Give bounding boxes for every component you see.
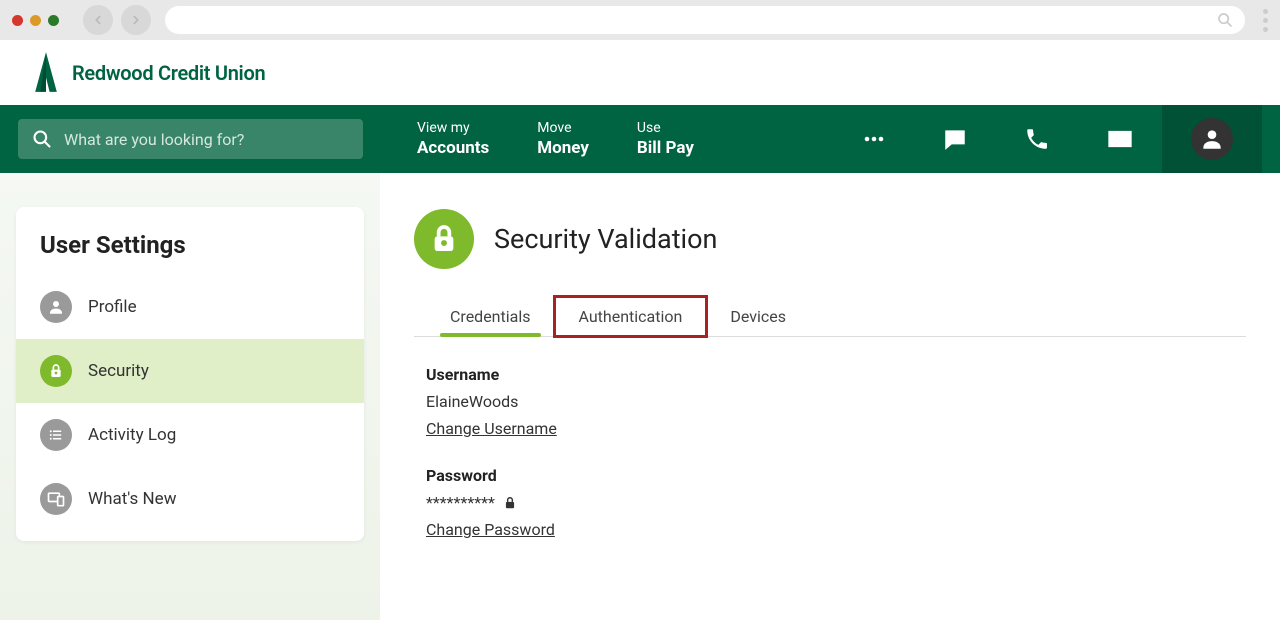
search-input[interactable] (64, 130, 349, 149)
nav-label-big: Bill Pay (637, 137, 694, 159)
main-content: Security Validation Credentials Authenti… (380, 173, 1280, 620)
nav-mail-button[interactable] (1106, 125, 1134, 153)
browser-chrome (0, 0, 1280, 40)
phone-icon (1024, 126, 1050, 152)
lock-icon (40, 355, 72, 387)
sidebar-item-label: What's New (88, 489, 176, 509)
nav-phone-button[interactable] (1024, 126, 1050, 152)
nav-more-button[interactable] (862, 127, 886, 151)
username-block: Username ElaineWoods Change Username (414, 365, 1246, 438)
nav-bill-pay[interactable]: Use Bill Pay (613, 119, 718, 159)
nav-label-small: View my (417, 119, 489, 137)
nav-chat-button[interactable] (942, 126, 968, 152)
nav-accounts[interactable]: View my Accounts (393, 119, 513, 159)
mail-icon (1106, 125, 1134, 153)
sidebar-item-whats-new[interactable]: What's New (16, 467, 364, 531)
search-icon (32, 129, 52, 149)
sidebar-item-activity-log[interactable]: Activity Log (16, 403, 364, 467)
sidebar-item-security[interactable]: Security (16, 339, 364, 403)
redwood-tree-icon (28, 50, 64, 96)
username-value: ElaineWoods (426, 392, 1246, 411)
browser-url-bar[interactable] (165, 6, 1245, 34)
tabs: Credentials Authentication Devices (414, 297, 1246, 337)
sidebar-item-label: Security (88, 361, 149, 381)
browser-forward-button[interactable] (121, 5, 151, 35)
tab-authentication[interactable]: Authentication (555, 297, 707, 336)
site-header: Redwood Credit Union (0, 40, 1280, 105)
nav-profile-button[interactable] (1162, 105, 1262, 173)
password-value: ********** (426, 493, 1246, 512)
sidebar: User Settings Profile Security Activity … (0, 173, 380, 620)
sidebar-item-label: Activity Log (88, 425, 176, 445)
chat-icon (942, 126, 968, 152)
tab-credentials[interactable]: Credentials (426, 297, 555, 336)
sidebar-item-label: Profile (88, 297, 137, 317)
username-label: Username (426, 365, 1246, 384)
password-label: Password (426, 466, 1246, 485)
window-maximize-button[interactable] (48, 15, 59, 26)
page-title: Security Validation (494, 223, 717, 255)
lock-icon (503, 496, 517, 510)
window-close-button[interactable] (12, 15, 23, 26)
devices-icon (40, 483, 72, 515)
nav-label-small: Move (537, 119, 589, 137)
nav-label-big: Money (537, 137, 589, 159)
nav-move-money[interactable]: Move Money (513, 119, 613, 159)
tab-devices[interactable]: Devices (706, 297, 810, 336)
nav-label-small: Use (637, 119, 694, 137)
person-icon (1199, 126, 1225, 152)
lock-icon (414, 209, 474, 269)
browser-back-button[interactable] (83, 5, 113, 35)
person-icon (40, 291, 72, 323)
change-username-link[interactable]: Change Username (426, 419, 557, 438)
brand-name: Redwood Credit Union (72, 61, 265, 85)
password-block: Password ********** Change Password (414, 466, 1246, 539)
list-icon (40, 419, 72, 451)
browser-menu-button[interactable] (1263, 9, 1268, 32)
window-controls (12, 15, 59, 26)
sidebar-title: User Settings (16, 231, 364, 275)
brand-logo[interactable]: Redwood Credit Union (28, 50, 265, 96)
change-password-link[interactable]: Change Password (426, 520, 555, 539)
site-search[interactable] (18, 119, 363, 159)
window-minimize-button[interactable] (30, 15, 41, 26)
primary-nav: View my Accounts Move Money Use Bill Pay (0, 105, 1280, 173)
search-icon (1217, 12, 1233, 28)
sidebar-item-profile[interactable]: Profile (16, 275, 364, 339)
nav-label-big: Accounts (417, 137, 489, 159)
